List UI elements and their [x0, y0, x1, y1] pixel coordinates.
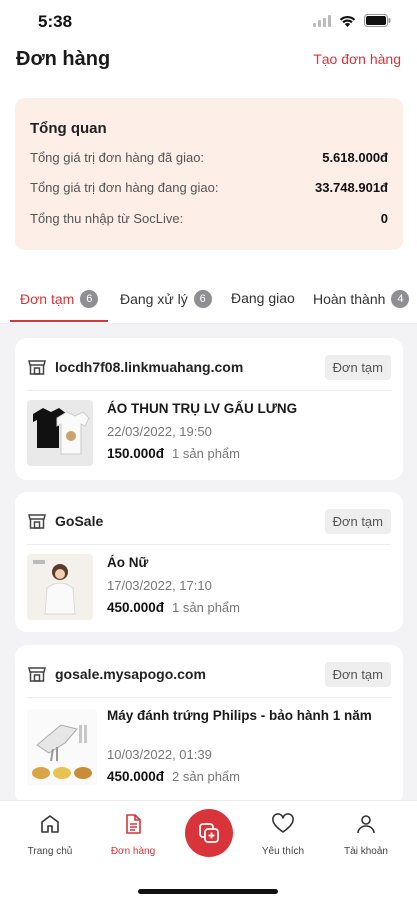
store-icon: [28, 514, 46, 529]
divider: [27, 390, 391, 391]
bottom-nav: Trang chủ Đơn hàng Yêu thích Tài khoản: [0, 800, 417, 900]
overview-value: 0: [380, 211, 388, 226]
tab-draft[interactable]: Đơn tạm 6: [20, 290, 99, 308]
shop-row: locdh7f08.linkmuahang.com Đơn tạm: [27, 354, 391, 380]
tab-delivering[interactable]: Đang giao: [231, 290, 295, 306]
nav-item-home[interactable]: Trang chủ: [15, 813, 85, 857]
shop-row: gosale.mysapogo.com Đơn tạm: [27, 661, 391, 687]
shop-row: GoSale Đơn tạm: [27, 508, 391, 534]
nav-label: Yêu thích: [261, 846, 305, 857]
nav-label: Trang chủ: [27, 846, 73, 857]
overview-title: Tổng quan: [30, 120, 107, 137]
divider: [27, 544, 391, 545]
shop-name: GoSale: [55, 513, 104, 529]
tab-count-badge: 6: [193, 290, 212, 308]
document-icon: [126, 814, 141, 834]
order-date: 17/03/2022, 17:10: [107, 578, 212, 593]
order-date: 10/03/2022, 01:39: [107, 747, 212, 762]
product-image: [27, 400, 93, 466]
tab-count-badge: 6: [80, 290, 99, 308]
nav-item-account[interactable]: Tài khoản: [331, 813, 401, 857]
price-row: 450.000đ 1 sản phẩm: [107, 600, 240, 615]
overview-row-delivered: Tổng giá trị đơn hàng đã giao: 5.618.000…: [30, 150, 388, 170]
status-badge: Đơn tạm: [324, 508, 391, 534]
price-row: 450.000đ 2 sản phẩm: [107, 769, 240, 784]
overview-label: Tổng thu nhập từ SocLive:: [30, 211, 184, 226]
overview-card: Tổng quan Tổng giá trị đơn hàng đã giao:…: [15, 98, 403, 250]
shop-name: locdh7f08.linkmuahang.com: [55, 359, 244, 375]
product-quantity: 2 sản phẩm: [172, 769, 240, 784]
price-row: 150.000đ 1 sản phẩm: [107, 446, 240, 461]
shop-name: gosale.mysapogo.com: [55, 666, 206, 682]
active-tab-indicator: [10, 320, 108, 322]
add-square-icon: [199, 823, 219, 843]
store-icon: [28, 667, 46, 682]
overview-value: 5.618.000đ: [322, 150, 388, 165]
nav-label: Đơn hàng: [110, 846, 156, 857]
status-bar: 5:38: [0, 0, 417, 44]
overview-row-income: Tổng thu nhập từ SocLive: 0: [30, 211, 388, 231]
signal-icon: [313, 14, 331, 27]
nav-item-favorites[interactable]: Yêu thích: [248, 813, 318, 857]
header: Đơn hàng Tạo đơn hàng: [0, 44, 417, 90]
tab-count-badge: 4: [391, 290, 410, 308]
order-card[interactable]: locdh7f08.linkmuahang.com Đơn tạm ÁO THU…: [15, 338, 403, 480]
status-badge: Đơn tạm: [324, 354, 391, 380]
tab-label: Đang xử lý: [120, 291, 188, 307]
home-icon: [41, 815, 59, 833]
product-name: ÁO THUN TRỤ LV GẤU LƯNG: [107, 401, 298, 416]
product-image: [27, 554, 93, 620]
create-order-link[interactable]: Tạo đơn hàng: [313, 51, 401, 67]
tab-label: Đơn tạm: [20, 291, 75, 307]
battery-icon: [364, 14, 391, 27]
tab-label: Hoàn thành: [313, 291, 386, 307]
overview-row-delivering: Tổng giá trị đơn hàng đang giao: 33.748.…: [30, 180, 388, 200]
tab-completed[interactable]: Hoàn thành 4: [313, 290, 410, 308]
order-card[interactable]: gosale.mysapogo.com Đơn tạm Máy đánh trứ…: [15, 645, 403, 805]
create-center-button[interactable]: [185, 809, 233, 857]
product-quantity: 1 sản phẩm: [172, 446, 240, 461]
tab-processing[interactable]: Đang xử lý 6: [120, 290, 212, 308]
product-name: Máy đánh trứng Philips - bảo hành 1 năm: [107, 708, 372, 723]
status-icons: [313, 14, 391, 27]
order-date: 22/03/2022, 19:50: [107, 424, 212, 439]
tab-label: Đang giao: [231, 290, 295, 306]
status-badge: Đơn tạm: [324, 661, 391, 687]
order-price: 450.000đ: [107, 600, 165, 615]
nav-label: Tài khoản: [344, 846, 388, 857]
overview-value: 33.748.901đ: [314, 180, 388, 195]
order-price: 450.000đ: [107, 769, 165, 784]
overview-label: Tổng giá trị đơn hàng đã giao:: [30, 150, 205, 165]
wifi-icon: [339, 15, 356, 27]
order-card[interactable]: GoSale Đơn tạm Áo Nữ 17/03/2022, 17:10 4…: [15, 492, 403, 632]
user-icon: [357, 815, 375, 834]
page-title: Đơn hàng: [16, 48, 111, 70]
heart-icon: [272, 813, 294, 833]
store-icon: [28, 360, 46, 375]
order-tabs: Đơn tạm 6 Đang xử lý 6 Đang giao Hoàn th…: [0, 280, 417, 324]
product-name: Áo Nữ: [107, 555, 149, 570]
order-price: 150.000đ: [107, 446, 165, 461]
home-indicator: [138, 889, 278, 894]
product-quantity: 1 sản phẩm: [172, 600, 240, 615]
overview-label: Tổng giá trị đơn hàng đang giao:: [30, 180, 219, 195]
nav-item-orders[interactable]: Đơn hàng: [98, 813, 168, 857]
status-time: 5:38: [38, 12, 73, 31]
product-image: [27, 709, 97, 785]
divider: [27, 697, 391, 698]
